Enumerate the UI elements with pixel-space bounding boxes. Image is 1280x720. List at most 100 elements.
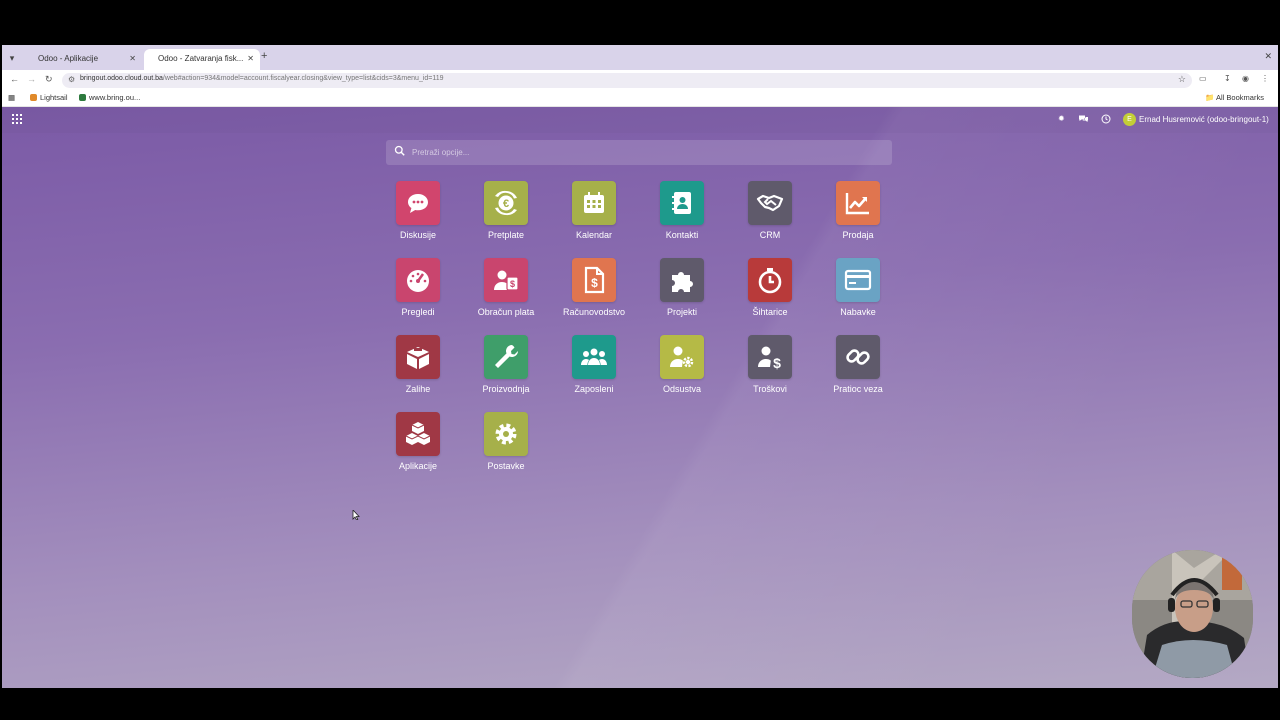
app-search-bar[interactable] [386,140,892,165]
forward-icon[interactable]: → [27,74,36,84]
app-tile[interactable] [484,335,528,379]
handshake-icon [756,194,784,212]
bookmark-favicon [30,94,37,101]
app-tile[interactable] [660,258,704,302]
app-tile[interactable]: $ [484,258,528,302]
calendar-icon [584,192,604,213]
tab-zatvaranja[interactable]: Odoo - Zatvaranja fisk... ✕ [144,49,260,70]
url-text: bringout.odoo.cloud.out.ba/web#action=93… [80,75,444,82]
messages-icon[interactable] [1078,114,1089,126]
bookmark-lightsail[interactable]: Lightsail [30,93,68,102]
app-label: Računovodstvo [562,307,626,317]
download-icon[interactable]: ↧ [1224,74,1231,83]
app-pratioc-veza[interactable]: Pratioc veza [814,335,902,394]
app-tile[interactable] [572,181,616,225]
site-info-icon[interactable]: ⚙ [68,75,75,84]
new-tab-button[interactable]: + [261,50,267,62]
app-label: Kalendar [575,230,613,240]
search-icon [394,145,405,156]
browser-window: ▾ Odoo - Aplikacije ✕ Odoo - Zatvaranja … [2,45,1278,688]
close-icon[interactable]: ✕ [129,49,136,68]
address-bar[interactable]: ⚙ bringout.odoo.cloud.out.ba/web#action=… [62,73,1192,88]
app-zalihe[interactable]: Zalihe [374,335,462,394]
puzzle-icon [672,272,693,292]
app-tile[interactable] [396,412,440,456]
app-šihtarice[interactable]: Šihtarice [726,258,814,317]
reload-icon[interactable]: ↻ [45,74,53,85]
app-label: Odsustva [662,384,702,394]
avatar[interactable]: E [1123,113,1136,126]
app-tile[interactable] [836,181,880,225]
app-label: Obračun plata [477,307,535,317]
app-zaposleni[interactable]: Zaposleni [550,335,638,394]
app-prodaja[interactable]: Prodaja [814,181,902,240]
bookmark-bring[interactable]: www.bring.ou... [79,93,140,102]
bookmark-star-icon[interactable]: ☆ [1178,74,1186,85]
bookmarks-bar: ▦ Lightsail www.bring.ou... 📁 All Bookma… [2,90,1278,107]
apps-menu-icon[interactable] [12,114,22,124]
app-pregledi[interactable]: Pregledi [374,258,462,317]
app-tile[interactable] [748,181,792,225]
app-tile[interactable] [748,258,792,302]
app-tile[interactable] [836,258,880,302]
all-bookmarks[interactable]: 📁 All Bookmarks [1205,93,1264,102]
bug-icon[interactable]: ✹ [1058,114,1065,123]
app-tile[interactable]: € [484,181,528,225]
svg-text:$: $ [510,279,515,289]
app-proizvodnja[interactable]: Proizvodnja [462,335,550,394]
app-diskusije[interactable]: Diskusije [374,181,462,240]
app-tile[interactable]: $ [572,258,616,302]
app-tile[interactable] [572,335,616,379]
app-računovodstvo[interactable]: $ Računovodstvo [550,258,638,317]
profile-icon[interactable]: ◉ [1242,74,1249,83]
app-kontakti[interactable]: Kontakti [638,181,726,240]
app-label: Zalihe [405,384,431,394]
webcam-overlay [1132,550,1253,678]
app-nabavke[interactable]: Nabavke [814,258,902,317]
people-icon [581,348,607,365]
app-aplikacije[interactable]: Aplikacije [374,412,462,471]
credit-card-icon [844,269,872,291]
url-host: bringout.odoo.cloud.out.ba [80,75,163,82]
chat-icon [408,194,428,213]
app-tile[interactable] [660,181,704,225]
odoo-navbar: ✹ E Ernad Husremović (odoo-bringout-1) [2,107,1278,133]
bookmark-favicon [79,94,86,101]
app-projekti[interactable]: Projekti [638,258,726,317]
app-label: Proizvodnja [482,384,530,394]
close-icon[interactable]: ✕ [247,49,254,68]
app-label: Pregledi [401,307,435,317]
back-icon[interactable]: ← [10,74,19,84]
app-crm[interactable]: CRM [726,181,814,240]
app-tile[interactable] [660,335,704,379]
tab-search-button[interactable]: ▾ [6,52,18,64]
user-menu[interactable]: Ernad Husremović (odoo-bringout-1) [1139,115,1269,124]
activity-clock-icon[interactable] [1101,114,1111,126]
app-tile[interactable] [836,335,880,379]
extensions-icon[interactable]: ▭ [1199,74,1207,83]
bookmark-label: Lightsail [40,93,68,102]
menu-icon[interactable]: ⋮ [1261,74,1269,83]
app-troškovi[interactable]: $ Troškovi [726,335,814,394]
app-tile[interactable] [396,181,440,225]
apps-shortcut-icon[interactable]: ▦ [8,93,15,102]
app-label: Diskusije [399,230,436,240]
tab-strip: ▾ Odoo - Aplikacije ✕ Odoo - Zatvaranja … [2,45,1278,70]
app-obračun-plata[interactable]: $ Obračun plata [462,258,550,317]
app-label: Postavke [487,461,525,471]
app-tile[interactable] [396,335,440,379]
contact-book-icon [672,192,691,214]
tab-aplikacije[interactable]: Odoo - Aplikacije ✕ [24,49,142,70]
app-postavke[interactable]: Postavke [462,412,550,471]
wrench-icon [495,345,518,368]
app-odsustva[interactable]: Odsustva [638,335,726,394]
app-tile[interactable]: $ [748,335,792,379]
search-input[interactable] [412,145,872,159]
window-close-icon[interactable]: ✕ [1264,51,1272,62]
app-kalendar[interactable]: Kalendar [550,181,638,240]
app-tile[interactable] [484,412,528,456]
tab-title: Odoo - Zatvaranja fisk... [158,54,244,63]
app-tile[interactable] [396,258,440,302]
app-label: Pratioc veza [833,384,883,394]
app-pretplate[interactable]: € Pretplate [462,181,550,240]
